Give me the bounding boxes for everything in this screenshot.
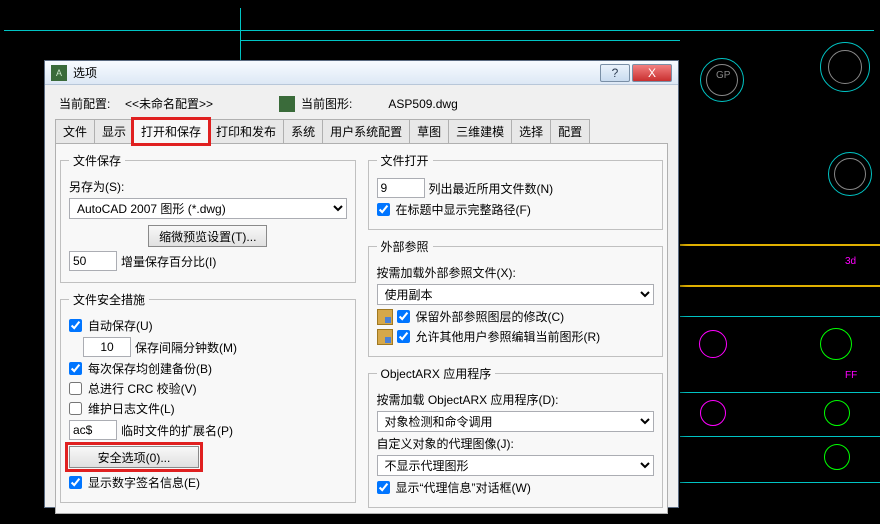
recent-files-input[interactable]	[377, 178, 425, 198]
proxy-dlg-label: 显示“代理信息”对话框(W)	[396, 479, 531, 496]
proxy-select[interactable]: 不显示代理图形	[377, 455, 655, 476]
group-file-save: 文件保存 另存为(S): AutoCAD 2007 图形 (*.dwg) 缩微预…	[60, 152, 356, 283]
help-button[interactable]: ?	[600, 64, 630, 82]
retain-check[interactable]	[397, 310, 410, 323]
fullpath-check[interactable]	[377, 203, 390, 216]
crc-label: 总进行 CRC 校验(V)	[88, 380, 197, 397]
layer-icon	[377, 309, 393, 325]
backup-label: 每次保存均创建备份(B)	[88, 360, 212, 377]
thumbnail-button[interactable]: 缩微预览设置(T)...	[148, 225, 267, 247]
log-check[interactable]	[69, 402, 82, 415]
tab-3d[interactable]: 三维建模	[448, 119, 512, 143]
proxy-label: 自定义对象的代理图像(J):	[377, 435, 514, 452]
save-as-label: 另存为(S):	[69, 178, 124, 195]
allow-edit-check[interactable]	[397, 330, 410, 343]
incremental-input[interactable]	[69, 251, 117, 271]
ext-label: 临时文件的扩展名(P)	[121, 422, 233, 439]
drawing-icon	[279, 96, 295, 112]
group-xref-title: 外部参照	[377, 238, 433, 255]
group-objectarx-title: ObjectARX 应用程序	[377, 365, 496, 382]
ext-input[interactable]	[69, 420, 117, 440]
auto-save-label: 自动保存(U)	[88, 317, 153, 334]
group-xref: 外部参照 按需加载外部参照文件(X): 使用副本 保留外部参照图层的修改(C)	[368, 238, 664, 357]
crc-check[interactable]	[69, 382, 82, 395]
backup-check[interactable]	[69, 362, 82, 375]
sig-check[interactable]	[69, 476, 82, 489]
tab-profile[interactable]: 配置	[550, 119, 590, 143]
log-label: 维护日志文件(L)	[88, 400, 175, 417]
tab-print[interactable]: 打印和发布	[208, 119, 284, 143]
tab-display[interactable]: 显示	[94, 119, 134, 143]
app-icon: A	[51, 65, 67, 81]
recent-files-label: 列出最近所用文件数(N)	[429, 180, 554, 197]
xref-load-select[interactable]: 使用副本	[377, 284, 655, 305]
tab-open-save[interactable]: 打开和保存	[133, 119, 209, 144]
current-drawing-label: 当前图形:	[301, 95, 352, 112]
arx-load-label: 按需加载 ObjectARX 应用程序(D):	[377, 391, 559, 408]
xref-load-label: 按需加载外部参照文件(X):	[377, 264, 516, 281]
group-file-save-title: 文件保存	[69, 152, 125, 169]
save-as-select[interactable]: AutoCAD 2007 图形 (*.dwg)	[69, 198, 347, 219]
close-button[interactable]: X	[632, 64, 672, 82]
security-options-button[interactable]: 安全选项(0)...	[69, 446, 199, 468]
options-dialog: A 选项 ? X 当前配置: <<未命名配置>> 当前图形: ASP509.dw…	[44, 60, 679, 508]
titlebar[interactable]: A 选项 ? X	[45, 61, 678, 85]
group-file-open: 文件打开 列出最近所用文件数(N) 在标题中显示完整路径(F)	[368, 152, 664, 230]
incremental-label: 增量保存百分比(I)	[121, 253, 216, 270]
tab-userpref[interactable]: 用户系统配置	[322, 119, 410, 143]
config-row: 当前配置: <<未命名配置>> 当前图形: ASP509.dwg	[55, 91, 668, 118]
arx-load-select[interactable]: 对象检测和命令调用	[377, 411, 655, 432]
current-config-label: 当前配置:	[59, 95, 119, 112]
fullpath-label: 在标题中显示完整路径(F)	[396, 201, 531, 218]
proxy-dlg-check[interactable]	[377, 481, 390, 494]
tab-select[interactable]: 选择	[511, 119, 551, 143]
group-objectarx: ObjectARX 应用程序 按需加载 ObjectARX 应用程序(D): 对…	[368, 365, 664, 508]
current-config-value: <<未命名配置>>	[125, 95, 213, 112]
allow-edit-label: 允许其他用户参照编辑当前图形(R)	[416, 328, 601, 345]
sig-label: 显示数字签名信息(E)	[88, 474, 200, 491]
window-title: 选项	[73, 64, 600, 81]
group-file-safety: 文件安全措施 自动保存(U) 保存间隔分钟数(M) 每次保存均创建备份(B)	[60, 291, 356, 503]
tab-draft[interactable]: 草图	[409, 119, 449, 143]
auto-save-unit: 保存间隔分钟数(M)	[135, 339, 237, 356]
retain-label: 保留外部参照图层的修改(C)	[416, 308, 565, 325]
auto-save-check[interactable]	[69, 319, 82, 332]
tab-bar: 文件 显示 打开和保存 打印和发布 系统 用户系统配置 草图 三维建模 选择 配…	[55, 118, 668, 144]
tab-system[interactable]: 系统	[283, 119, 323, 143]
edit-icon	[377, 329, 393, 345]
current-drawing-value: ASP509.dwg	[388, 97, 457, 111]
tab-file[interactable]: 文件	[55, 119, 95, 143]
group-file-open-title: 文件打开	[377, 152, 433, 169]
auto-save-interval-input[interactable]	[83, 337, 131, 357]
group-file-safety-title: 文件安全措施	[69, 291, 149, 308]
